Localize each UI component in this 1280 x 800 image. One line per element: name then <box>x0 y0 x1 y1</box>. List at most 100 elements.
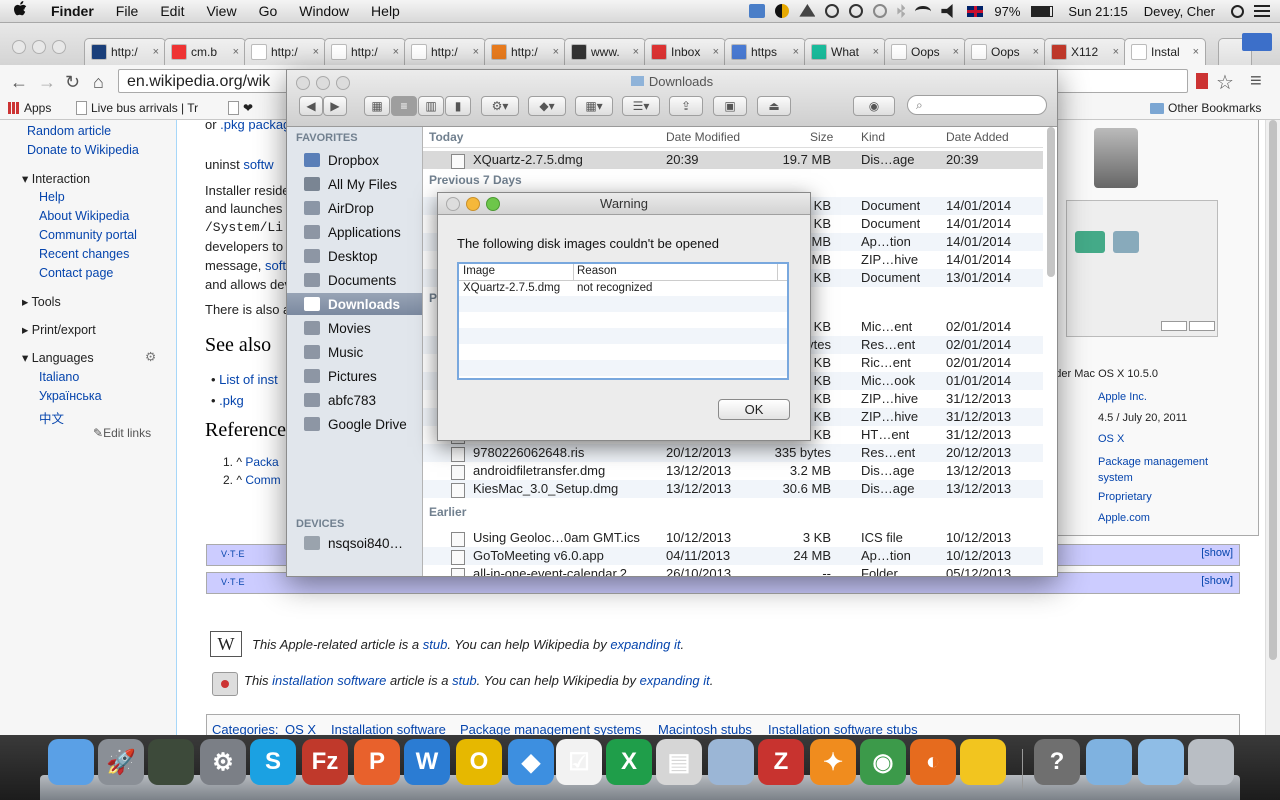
table-row[interactable]: XQuartz-2.7.5.dmg not recognized <box>459 280 787 296</box>
sidebar-item-music[interactable]: Music <box>287 341 422 363</box>
browser-tab[interactable]: https × <box>724 38 806 65</box>
tab-close-icon[interactable]: × <box>233 46 239 58</box>
finder-titlebar[interactable]: Downloads ◀ ▶ ▦ ≡ ▥ ▮ ⚙▾ ◆▾ ▦▾ ☰▾ ⇪ ▣ ⏏ … <box>287 70 1057 127</box>
sidebar-random-article[interactable]: Random article <box>27 124 111 138</box>
sidebar-item-all-my-files[interactable]: All My Files <box>287 173 422 195</box>
back-arrow-icon[interactable]: ← <box>10 72 28 93</box>
menu-file[interactable]: File <box>105 3 150 19</box>
printer-icon[interactable]: ▤ <box>656 739 702 785</box>
tab-close-icon[interactable]: × <box>393 46 399 58</box>
volume-icon[interactable] <box>941 4 953 18</box>
heart-bookmark[interactable]: ❤ <box>228 101 253 115</box>
bluetooth-icon[interactable] <box>897 4 906 18</box>
sidebar-interaction-heading[interactable]: ▾ Interaction <box>22 171 90 186</box>
dropbox-menu-button[interactable]: ◆▾ <box>528 96 566 116</box>
battery-icon[interactable] <box>1031 5 1054 17</box>
tab-close-icon[interactable]: × <box>793 46 799 58</box>
chrome-icon[interactable]: ◉ <box>860 739 906 785</box>
sidebar-item-pictures[interactable]: Pictures <box>287 365 422 387</box>
browser-minimize-button[interactable] <box>32 40 46 54</box>
extension-icon[interactable] <box>1196 73 1208 89</box>
menu-window[interactable]: Window <box>288 3 360 19</box>
browser-tab[interactable]: X112 × <box>1044 38 1126 65</box>
home-icon[interactable]: ⌂ <box>93 72 104 93</box>
clock[interactable]: Sun 21:15 <box>1058 4 1133 19</box>
tab-close-icon[interactable]: × <box>1033 46 1039 58</box>
notification-center-icon[interactable] <box>1254 5 1270 17</box>
dialog-minimize-button[interactable] <box>466 197 480 211</box>
reference-2[interactable]: 2. ^ Comm <box>223 473 281 487</box>
icon-view-button[interactable]: ▦ <box>364 96 390 116</box>
ok-button[interactable]: OK <box>718 399 790 420</box>
menu-help[interactable]: Help <box>360 3 411 19</box>
battery-percent[interactable]: 97% <box>988 4 1026 19</box>
file-row[interactable]: all-in-one-event-calendar.2 26/10/2013 -- F… <box>423 565 1043 576</box>
sidebar-donate[interactable]: Donate to Wikipedia <box>27 143 139 157</box>
action-gear-button[interactable]: ⚙▾ <box>481 96 519 116</box>
file-row[interactable]: XQuartz-2.7.5.dmg 20:39 19.7 MB Dis…age 20:3… <box>423 151 1043 169</box>
lang-ukrainian[interactable]: Українська <box>39 389 102 403</box>
finder-search-field[interactable]: ⌕ <box>907 95 1047 115</box>
drive-status-icon[interactable] <box>799 4 816 17</box>
categories-label[interactable]: Categories: <box>212 722 278 735</box>
downloads-folder-icon[interactable] <box>1138 739 1184 785</box>
bus-bookmark[interactable]: Live bus arrivals | Tr <box>76 101 198 115</box>
share-button[interactable]: ⇪ <box>669 96 703 116</box>
tab-close-icon[interactable]: × <box>953 46 959 58</box>
infobox-type[interactable]: Package management system <box>1098 454 1223 486</box>
lang-chinese[interactable]: 中文 <box>39 408 64 427</box>
powerpoint-icon[interactable]: P <box>354 739 400 785</box>
browser-tab[interactable]: cm.b × <box>164 38 246 65</box>
chrome-menu-icon[interactable]: ≡ <box>1250 70 1262 93</box>
time-machine-icon[interactable] <box>873 4 888 18</box>
sidebar-item-google-drive[interactable]: Google Drive <box>287 413 422 435</box>
outlook-icon[interactable]: O <box>456 739 502 785</box>
file-list-scrollbar[interactable] <box>1047 127 1055 277</box>
column-kind[interactable]: Kind <box>861 127 885 147</box>
see-also-item-2[interactable]: • .pkg <box>211 393 244 408</box>
browser-tab[interactable]: http:/ × <box>404 38 486 65</box>
dialog-titlebar[interactable]: Warning <box>438 193 810 215</box>
infobox-developer[interactable]: Apple Inc. <box>1098 391 1147 403</box>
uk-flag-icon[interactable] <box>967 5 984 17</box>
tweetbot-icon[interactable]: ✦ <box>810 739 856 785</box>
category-installation-stubs[interactable]: Installation software stubs <box>768 722 918 735</box>
navbox-show-button[interactable]: [show] <box>1201 547 1233 559</box>
sidebar-item-dropbox[interactable]: Dropbox <box>287 149 422 171</box>
page-scrollbar-thumb[interactable] <box>1269 120 1277 660</box>
sidebar-item-about[interactable]: About Wikipedia <box>39 209 129 223</box>
tab-close-icon[interactable]: × <box>153 46 159 58</box>
browser-tab[interactable]: What × <box>804 38 886 65</box>
mission-control-icon[interactable] <box>148 739 194 785</box>
browser-tab[interactable]: Oops × <box>964 38 1046 65</box>
browser-tab[interactable]: Oops × <box>884 38 966 65</box>
browser-tab[interactable]: http:/ × <box>244 38 326 65</box>
reference-1[interactable]: 1. ^ Packa <box>223 455 279 469</box>
list-view-button[interactable]: ≡ <box>391 96 417 116</box>
reminders-icon[interactable]: ☑ <box>556 739 602 785</box>
sort-button[interactable]: ☰▾ <box>622 96 660 116</box>
browser-tab[interactable]: http:/ × <box>324 38 406 65</box>
category-osx[interactable]: OS X <box>285 722 316 735</box>
sidebar-item-abfc783[interactable]: abfc783 <box>287 389 422 411</box>
infobox-website[interactable]: Apple.com <box>1098 512 1150 524</box>
navbox-show-button[interactable]: [show] <box>1201 575 1233 587</box>
sidebar-tools-heading[interactable]: ▸ Tools <box>22 294 61 309</box>
help-icon[interactable]: ? <box>1034 739 1080 785</box>
finder-icon[interactable] <box>48 739 94 785</box>
sidebar-item-documents[interactable]: Documents <box>287 269 422 291</box>
half-moon-icon[interactable] <box>775 4 790 18</box>
dialog-close-button[interactable] <box>446 197 460 211</box>
browser-zoom-button[interactable] <box>52 40 66 54</box>
applications-folder-icon[interactable] <box>1086 739 1132 785</box>
dialog-zoom-button[interactable] <box>486 197 500 211</box>
arrange-button[interactable]: ▦▾ <box>575 96 613 116</box>
failed-images-table[interactable]: Image Reason XQuartz-2.7.5.dmg not recogn… <box>457 262 789 380</box>
sidebar-item-contact[interactable]: Contact page <box>39 266 113 280</box>
lang-italiano[interactable]: Italiano <box>39 370 79 384</box>
category-package-management[interactable]: Package management systems <box>460 722 641 735</box>
browser-tab[interactable]: http:/ × <box>84 38 166 65</box>
infobox-os[interactable]: OS X <box>1098 433 1124 445</box>
firefox-icon[interactable]: ◐ <box>910 739 956 785</box>
profile-avatar-icon[interactable] <box>1242 33 1272 51</box>
